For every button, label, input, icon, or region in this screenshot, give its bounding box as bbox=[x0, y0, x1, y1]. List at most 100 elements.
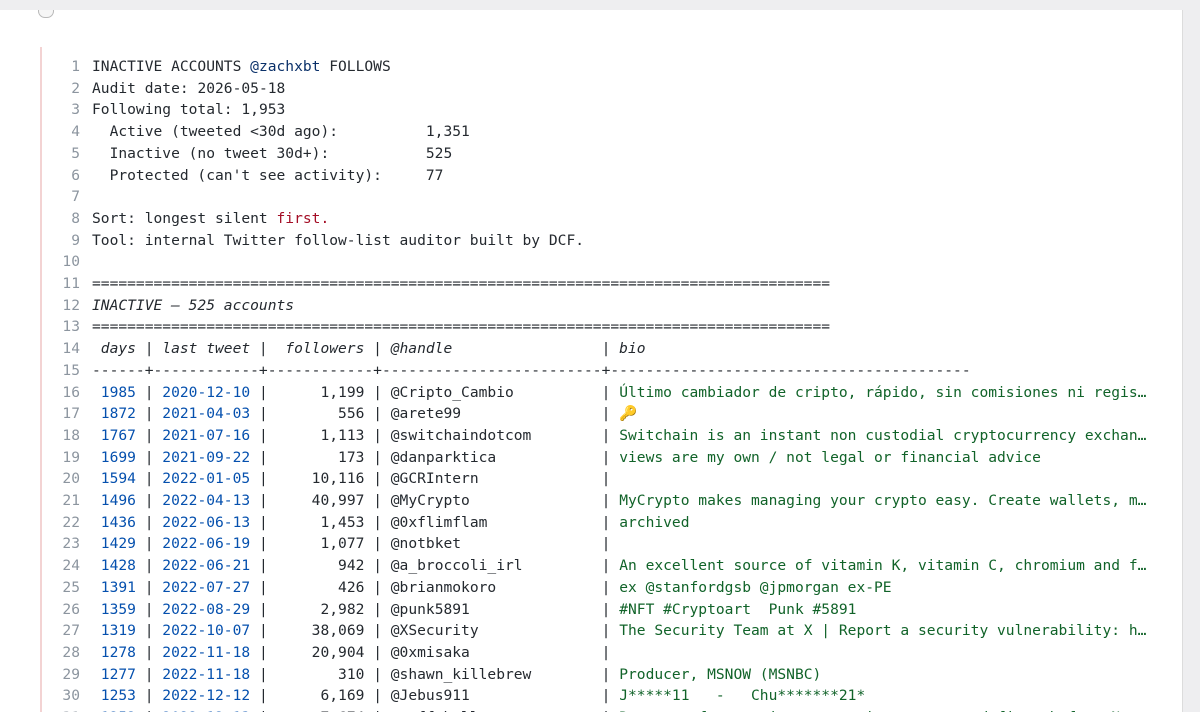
table-row: 17 1872 | 2021-04-03 | 556 | @arete99 | … bbox=[42, 403, 637, 425]
cell-last-tweet: 2022-06-13 bbox=[162, 513, 251, 531]
section-title-line: 12 INACTIVE — 525 accounts bbox=[42, 295, 294, 317]
cell-bio: The Security Team at X | Report a securi… bbox=[619, 622, 1147, 640]
cell-bio: archived bbox=[619, 513, 690, 531]
tool-line: 9 Tool: internal Twitter follow-list audi… bbox=[42, 230, 584, 252]
col-sep: | bbox=[250, 448, 277, 466]
cell-handle: @Jebus911 bbox=[390, 687, 593, 705]
blank-line: 7 bbox=[42, 186, 92, 208]
line-number: 22 bbox=[62, 513, 80, 531]
col-sep: | bbox=[364, 643, 391, 661]
col-sep: | bbox=[592, 557, 620, 575]
col-sep: | bbox=[135, 643, 163, 661]
cell-bio: ex @stanfordgsb @jpmorgan ex-PE bbox=[619, 578, 892, 596]
code-text: INACTIVE ACCOUNTS bbox=[92, 58, 251, 75]
cell-followers: 426 bbox=[276, 578, 365, 596]
cell-handle: @0xmisaka bbox=[390, 643, 593, 661]
cell-last-tweet: 2021-07-16 bbox=[162, 426, 251, 444]
cell-last-tweet: 2022-11-18 bbox=[162, 665, 251, 683]
col-sep: | bbox=[364, 665, 391, 683]
code-view: 1 INACTIVE ACCOUNTS @zachxbt FOLLOWS 2 Audi… bbox=[40, 47, 1182, 712]
col-sep: | bbox=[364, 578, 391, 596]
protected-value: 77 bbox=[425, 166, 444, 184]
line-number: 21 bbox=[62, 492, 80, 509]
col-sep: | bbox=[592, 405, 620, 423]
cell-days: 1278 bbox=[92, 643, 136, 661]
cell-days: 1428 bbox=[92, 557, 136, 575]
line-number: 1 bbox=[71, 58, 80, 75]
col-sep: | bbox=[592, 513, 620, 531]
cell-bio: 🔑 bbox=[619, 405, 638, 423]
cell-followers: 10,116 bbox=[276, 470, 365, 488]
cell-last-tweet: 2021-04-03 bbox=[162, 405, 251, 423]
cell-days: 1436 bbox=[92, 513, 136, 531]
cell-last-tweet: 2021-09-22 bbox=[162, 448, 251, 466]
table-row: 25 1391 | 2022-07-27 | 426 | @brianmokor… bbox=[42, 577, 892, 599]
table-row: 29 1277 | 2022-11-18 | 310 | @shawn_kill… bbox=[42, 664, 821, 686]
line-number: 3 bbox=[71, 101, 80, 119]
col-sep: | bbox=[592, 426, 620, 444]
table-row: 31 1252 | 2022-12-13 | 7,674 | @yaffebel… bbox=[42, 707, 1146, 712]
line-number: 19 bbox=[62, 448, 80, 466]
cell-handle: @MyCrypto bbox=[390, 492, 593, 509]
table-row: 19 1699 | 2021-09-22 | 173 | @danparktic… bbox=[42, 447, 1041, 469]
code-text: Inactive (no tweet 30d+): bbox=[92, 144, 426, 162]
table-header: days | last tweet | followers | @handle … bbox=[92, 340, 646, 358]
cell-followers: 310 bbox=[276, 665, 365, 683]
cell-followers: 6,169 bbox=[276, 687, 365, 705]
col-sep: | bbox=[250, 383, 277, 401]
col-sep: | bbox=[364, 687, 391, 705]
cell-days: 1496 bbox=[92, 492, 136, 509]
line-number: 29 bbox=[62, 665, 80, 683]
col-sep: | bbox=[135, 383, 163, 401]
col-sep: | bbox=[250, 470, 277, 488]
cell-days: 1319 bbox=[92, 622, 136, 640]
cell-followers: 1,077 bbox=[276, 535, 365, 553]
cell-days: 1767 bbox=[92, 426, 136, 444]
inactive-value: 525 bbox=[425, 144, 453, 162]
cell-days: 1872 bbox=[92, 405, 136, 423]
col-sep: | bbox=[250, 492, 277, 509]
col-sep: | bbox=[592, 448, 620, 466]
cell-last-tweet: 2022-01-05 bbox=[162, 470, 251, 488]
cell-bio: Switchain is an instant non custodial cr… bbox=[619, 426, 1147, 444]
line-number: 15 bbox=[62, 361, 80, 379]
line-number: 30 bbox=[62, 687, 80, 705]
col-sep: | bbox=[250, 557, 277, 575]
table-rule-line: 15 ------+------------+------------+-----… bbox=[42, 360, 970, 382]
col-sep: | bbox=[592, 470, 620, 488]
line-number: 28 bbox=[62, 643, 80, 661]
col-sep: | bbox=[364, 383, 391, 401]
active-value: 1,351 bbox=[425, 123, 470, 141]
col-sep: | bbox=[364, 492, 391, 509]
cell-days: 1253 bbox=[92, 687, 136, 705]
line-number: 2 bbox=[71, 79, 80, 97]
code-text: FOLLOWS bbox=[320, 58, 391, 75]
line-number: 27 bbox=[62, 622, 80, 640]
col-sep: | bbox=[250, 687, 277, 705]
cell-handle: @XSecurity bbox=[390, 622, 593, 640]
cell-handle: @Cripto_Cambio bbox=[390, 383, 593, 401]
line-number: 24 bbox=[62, 557, 80, 575]
line-number: 26 bbox=[62, 600, 80, 618]
line-number: 14 bbox=[62, 340, 80, 358]
col-sep: | bbox=[135, 557, 163, 575]
cell-last-tweet: 2022-04-13 bbox=[162, 492, 251, 509]
col-sep: | bbox=[592, 622, 620, 640]
line-number: 4 bbox=[71, 123, 80, 141]
cell-handle: @GCRIntern bbox=[390, 470, 593, 488]
window-control-icon[interactable] bbox=[38, 10, 54, 18]
cell-last-tweet: 2022-10-07 bbox=[162, 622, 251, 640]
code-text: Audit date: bbox=[92, 79, 198, 97]
cell-last-tweet: 2022-06-21 bbox=[162, 557, 251, 575]
line-number: 17 bbox=[62, 405, 80, 423]
cell-handle: @punk5891 bbox=[390, 600, 593, 618]
cell-followers: 1,113 bbox=[276, 426, 365, 444]
table-row: 26 1359 | 2022-08-29 | 2,982 | @punk5891… bbox=[42, 599, 856, 621]
divider-line: 13 ======================================… bbox=[42, 316, 830, 338]
title-line: 1 INACTIVE ACCOUNTS @zachxbt FOLLOWS bbox=[42, 56, 391, 78]
code-text: Protected (can't see activity): bbox=[92, 166, 426, 184]
cell-last-tweet: 2022-08-29 bbox=[162, 600, 251, 618]
cell-handle: @0xflimflam bbox=[390, 513, 593, 531]
cell-bio: J*****11 - Chu*******21* bbox=[619, 687, 866, 705]
col-sep: | bbox=[250, 665, 277, 683]
